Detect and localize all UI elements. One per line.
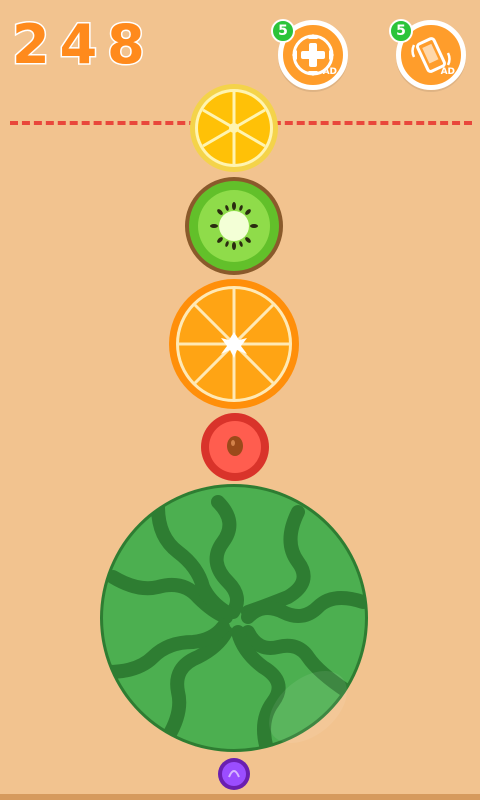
ground-floor — [0, 794, 480, 800]
orange-fruit — [169, 279, 299, 409]
cherry-fruit — [201, 413, 269, 481]
shake-powerup-button[interactable]: 5 AD — [389, 19, 466, 90]
watermelon-fruit — [100, 484, 368, 752]
grape-fruit — [218, 758, 250, 790]
ad-label: AD — [322, 67, 337, 77]
lemon-fruit — [190, 84, 278, 172]
merge-powerup-button[interactable]: 5 AD — [271, 19, 348, 90]
ad-label: AD — [440, 67, 455, 77]
score-display: 248 — [11, 13, 155, 76]
kiwi-fruit — [185, 177, 283, 275]
